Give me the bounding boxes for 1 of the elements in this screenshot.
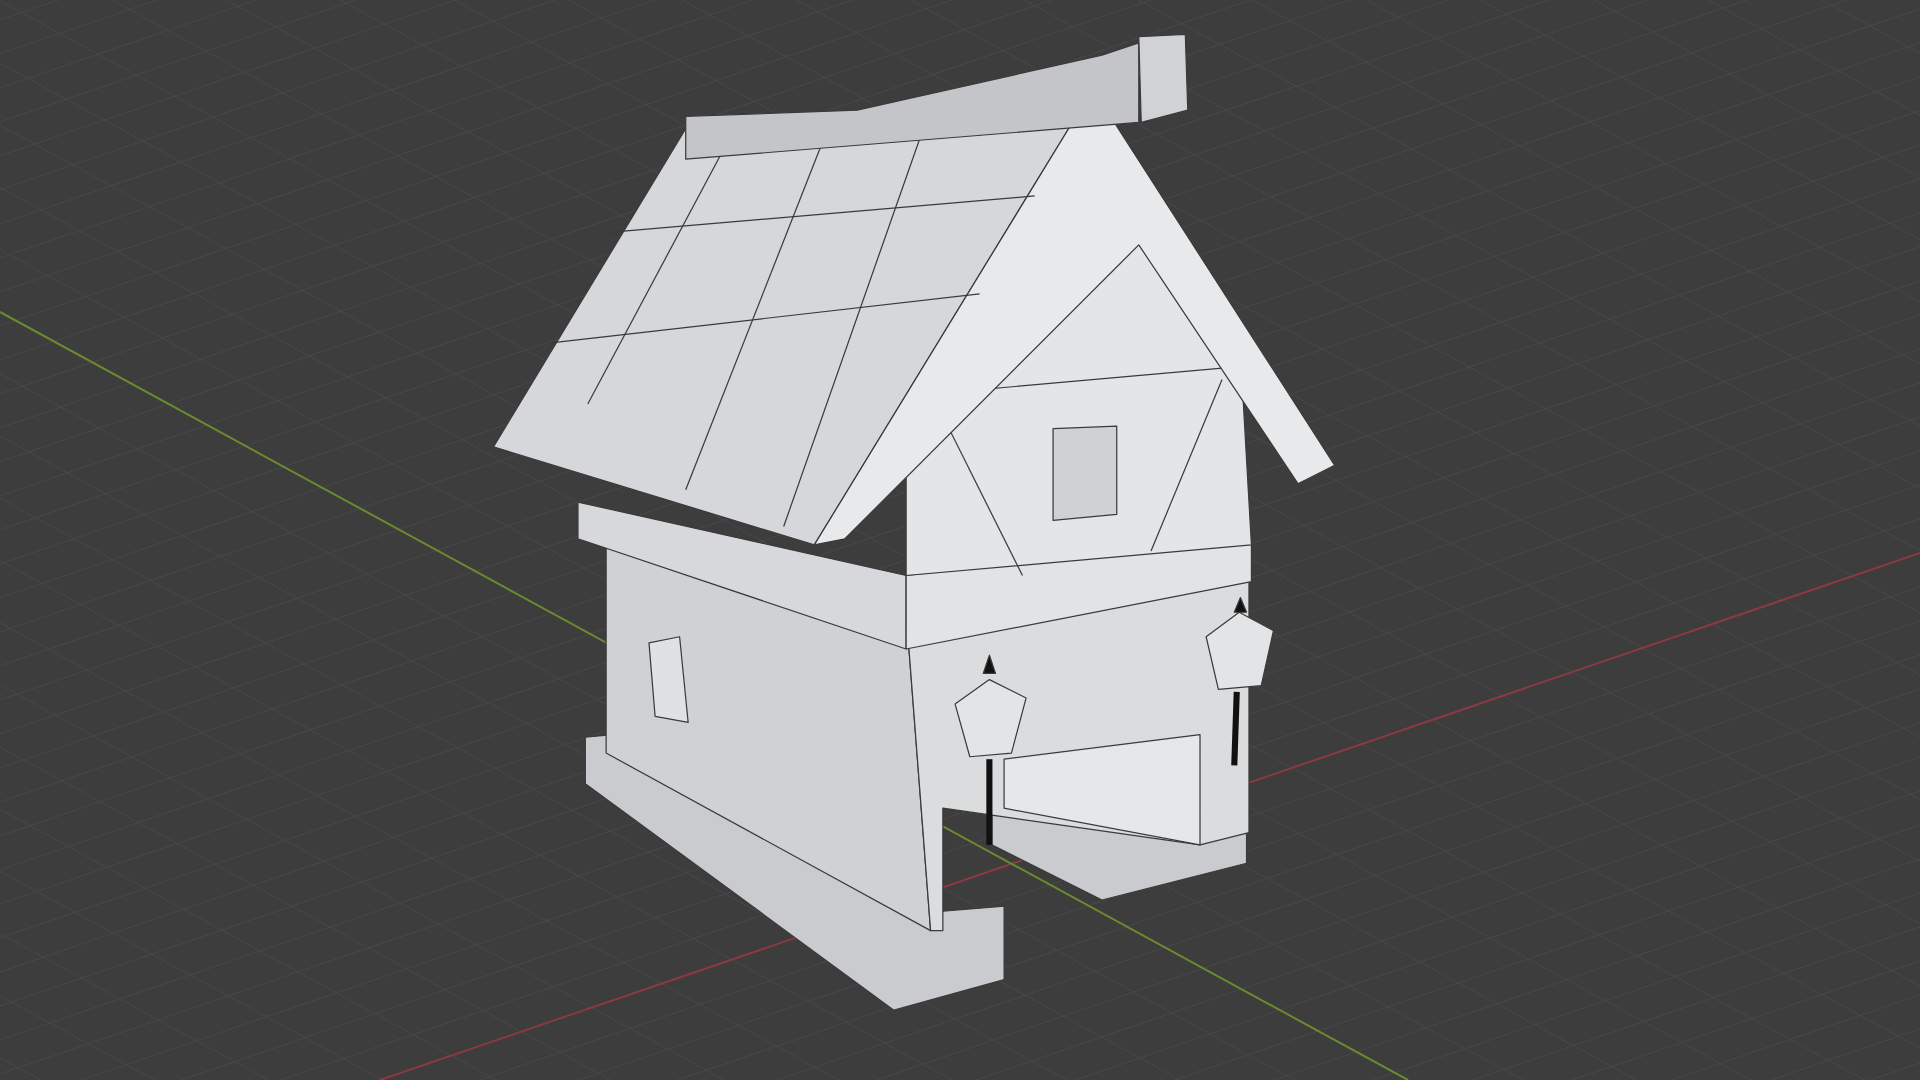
3d-viewport[interactable] xyxy=(0,0,1920,1080)
